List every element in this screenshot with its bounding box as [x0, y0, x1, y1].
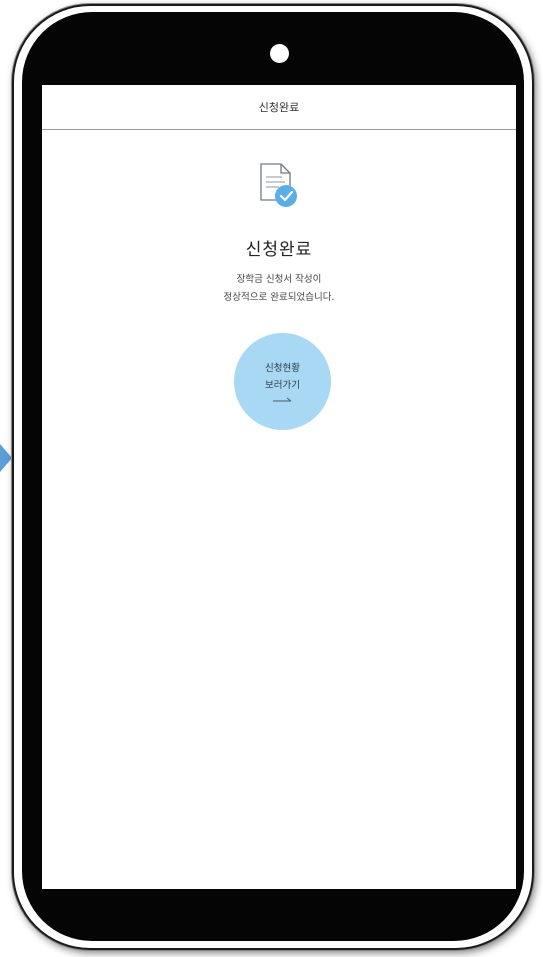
camera-icon [270, 44, 289, 63]
description-line-1: 장학금 신청서 작성이 [236, 274, 322, 285]
page-stage: 신청완료 신청완료 장학금 신청서 작성이 정상적으로 완료되었습니다. 신청현… [0, 0, 543, 957]
phone-bezel: 신청완료 신청완료 장학금 신청서 작성이 정상적으로 완료되었습니다. 신청현… [22, 12, 524, 941]
view-status-button[interactable]: 신청현황 보러가기 [234, 333, 331, 430]
right-arrow-icon [272, 397, 291, 402]
app-screen: 신청완료 신청완료 장학금 신청서 작성이 정상적으로 완료되었습니다. 신청현… [42, 85, 516, 889]
edge-arrow-icon [0, 444, 12, 472]
phone-frame: 신청완료 신청완료 장학금 신청서 작성이 정상적으로 완료되었습니다. 신청현… [12, 4, 534, 950]
document-check-icon [260, 163, 297, 207]
description-line-2: 정상적으로 완료되었습니다. [223, 292, 335, 303]
page-title: 신청완료 [258, 101, 300, 114]
header-bar: 신청완료 [42, 85, 516, 130]
status-button-label-2: 보러가기 [265, 380, 300, 391]
status-button-label-1: 신청현황 [265, 363, 300, 374]
complete-description: 장학금 신청서 작성이 정상적으로 완료되었습니다. [42, 271, 516, 307]
complete-title: 신청완료 [245, 240, 313, 260]
